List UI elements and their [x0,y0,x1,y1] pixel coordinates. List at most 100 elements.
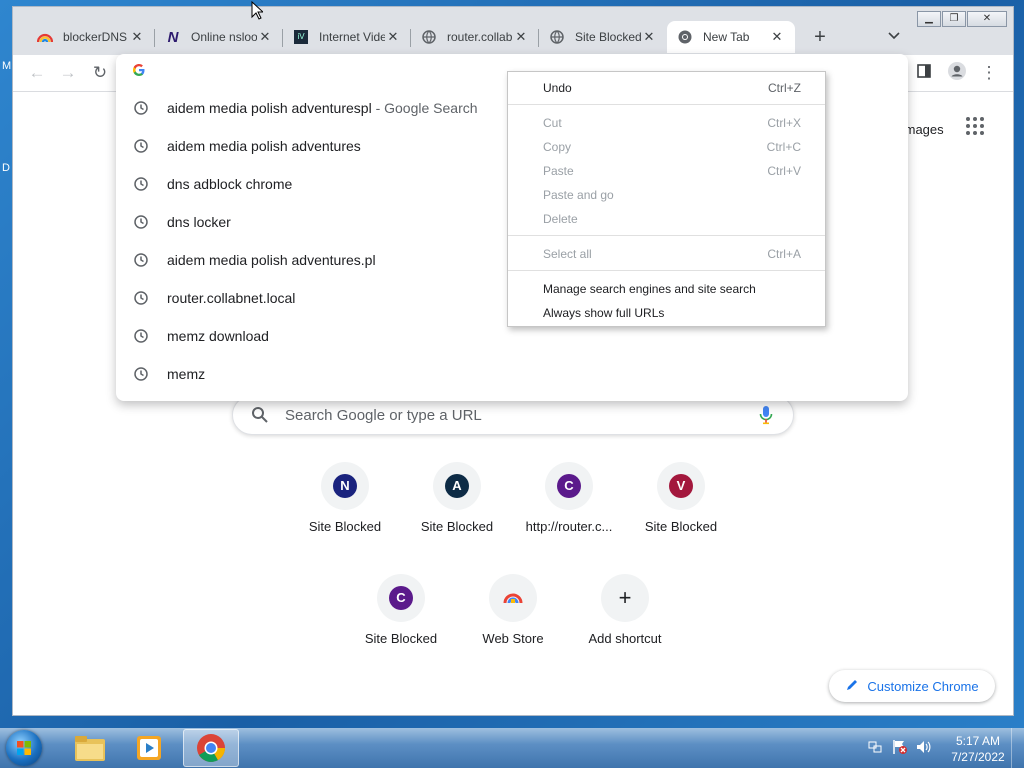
menu-item-paste[interactable]: Paste Ctrl+V [508,159,825,183]
tab-nslookup[interactable]: N Online nslookup ✕ [155,21,283,53]
tab-new-tab[interactable]: New Tab ✕ [667,21,795,53]
menu-item-delete[interactable]: Delete [508,207,825,231]
close-icon[interactable]: ✕ [641,29,657,45]
menu-label: Always show full URLs [543,306,665,320]
chevron-down-icon[interactable] [885,29,903,47]
shortcut-label: http://router.c... [525,519,613,534]
tab-blockerdns[interactable]: blockerDNS ✕ [27,21,155,53]
shortcut-label: Site Blocked [420,519,494,534]
show-desktop-button[interactable] [1011,728,1024,768]
chrome-icon [197,734,225,762]
network-icon[interactable] [868,740,882,757]
apps-grid-icon[interactable] [965,116,985,136]
minimize-button[interactable]: ▁ [917,11,941,27]
shortcut-icon: N [321,462,369,510]
history-clock-icon [134,101,148,118]
menu-label: Select all [543,247,592,261]
google-g-icon [132,63,146,80]
tab-title: Internet Video [319,30,385,44]
desktop-icon-fragment: D [2,162,10,174]
shortcut-tile[interactable]: N Site Blocked [289,462,401,572]
menu-item-copy[interactable]: Copy Ctrl+C [508,135,825,159]
close-window-button[interactable]: ✕ [967,11,1007,27]
suggestion-text: router.collabnet.local [167,290,296,306]
add-shortcut-tile[interactable]: + Add shortcut [569,574,681,684]
menu-shortcut: Ctrl+Z [768,81,801,95]
tab-title: blockerDNS [63,30,128,44]
menu-label: Copy [543,140,572,154]
shortcut-icon: C [545,462,593,510]
tab-title: Site Blocked [575,30,641,44]
suggestion-item[interactable]: memz [116,355,908,393]
system-tray: 5:17 AM 7/27/2022 [862,728,1024,768]
close-icon[interactable]: ✕ [769,29,785,45]
action-center-flag-icon[interactable] [892,739,908,758]
close-icon[interactable]: ✕ [129,29,145,45]
reload-button[interactable]: ↻ [88,61,112,85]
history-clock-icon [134,329,148,346]
menu-item-paste-and-go[interactable]: Paste and go [508,183,825,207]
restore-button[interactable]: ❐ [942,11,966,27]
shortcut-tile[interactable]: V Site Blocked [625,462,737,572]
letter-badge-icon: A [445,474,469,498]
shortcut-tile[interactable]: A Site Blocked [401,462,513,572]
shortcut-tile[interactable]: C Site Blocked [345,574,457,684]
history-clock-icon [134,215,148,232]
pencil-icon [845,678,859,695]
clock-date[interactable]: 7/27/2022 [942,750,1014,764]
letter-badge-icon: N [333,474,357,498]
suggestion-text: memz [167,366,206,382]
tab-site-blocked[interactable]: Site Blocked ✕ [539,21,667,53]
suggestion-text: memz download [167,328,269,344]
chrome-taskbar-button[interactable] [183,729,239,767]
omnibox-input[interactable] [156,58,500,84]
history-clock-icon [134,139,148,156]
microphone-icon[interactable] [759,405,773,428]
menu-item-undo[interactable]: Undo Ctrl+Z [508,76,825,100]
menu-label: Cut [543,116,562,130]
shortcut-icon [489,574,537,622]
chrome-icon [677,29,693,45]
menu-item-manage-search-engines[interactable]: Manage search engines and site search [508,277,825,301]
folder-icon [75,736,105,761]
close-icon[interactable]: ✕ [385,29,401,45]
shortcut-label: Add shortcut [588,631,662,646]
menu-item-select-all[interactable]: Select all Ctrl+A [508,242,825,266]
new-tab-button[interactable]: + [809,27,831,49]
clock-time[interactable]: 5:17 AM [942,734,1014,748]
menu-shortcut: Ctrl+C [766,140,801,154]
shortcut-tile[interactable]: C http://router.c... [513,462,625,572]
suggestion-suffix: - Google Search [375,100,478,116]
explorer-taskbar-button[interactable] [62,729,118,767]
customize-chrome-button[interactable]: Customize Chrome [829,670,995,702]
menu-label: Manage search engines and site search [543,282,756,296]
profile-avatar[interactable] [945,61,969,85]
letter-badge-icon: V [669,474,693,498]
side-panel-icon[interactable] [912,61,936,85]
shortcut-tile[interactable]: Web Store [457,574,569,684]
ntp-search-box[interactable]: Search Google or type a URL [232,395,794,435]
forward-button[interactable]: → [56,61,80,85]
close-icon[interactable]: ✕ [513,29,529,45]
menu-shortcut: Ctrl+X [767,116,801,130]
taskbar: 5:17 AM 7/27/2022 [0,728,1024,768]
tab-router[interactable]: router.collabnet.local ✕ [411,21,539,53]
start-button[interactable] [6,730,42,766]
shortcut-label: Web Store [482,631,544,646]
customize-label: Customize Chrome [867,678,979,694]
volume-icon[interactable] [916,740,932,757]
media-player-taskbar-button[interactable] [122,729,178,767]
history-clock-icon [134,367,148,384]
close-icon[interactable]: ✕ [257,29,273,45]
menu-item-cut[interactable]: Cut Ctrl+X [508,111,825,135]
back-button[interactable]: ← [25,61,49,85]
tab-internet-video[interactable]: iV Internet Video ✕ [283,21,411,53]
menu-kebab-icon[interactable]: ⋮ [977,61,1001,85]
menu-label: Undo [543,81,572,95]
menu-item-show-full-urls[interactable]: Always show full URLs [508,301,825,325]
menu-label: Paste and go [543,188,614,202]
video-site-icon: iV [293,29,309,45]
shortcut-icon: + [601,574,649,622]
suggestion-query: aidem media polish adventurespl [167,100,372,116]
context-menu: Undo Ctrl+Z Cut Ctrl+X Copy Ctrl+C Paste… [507,71,826,327]
